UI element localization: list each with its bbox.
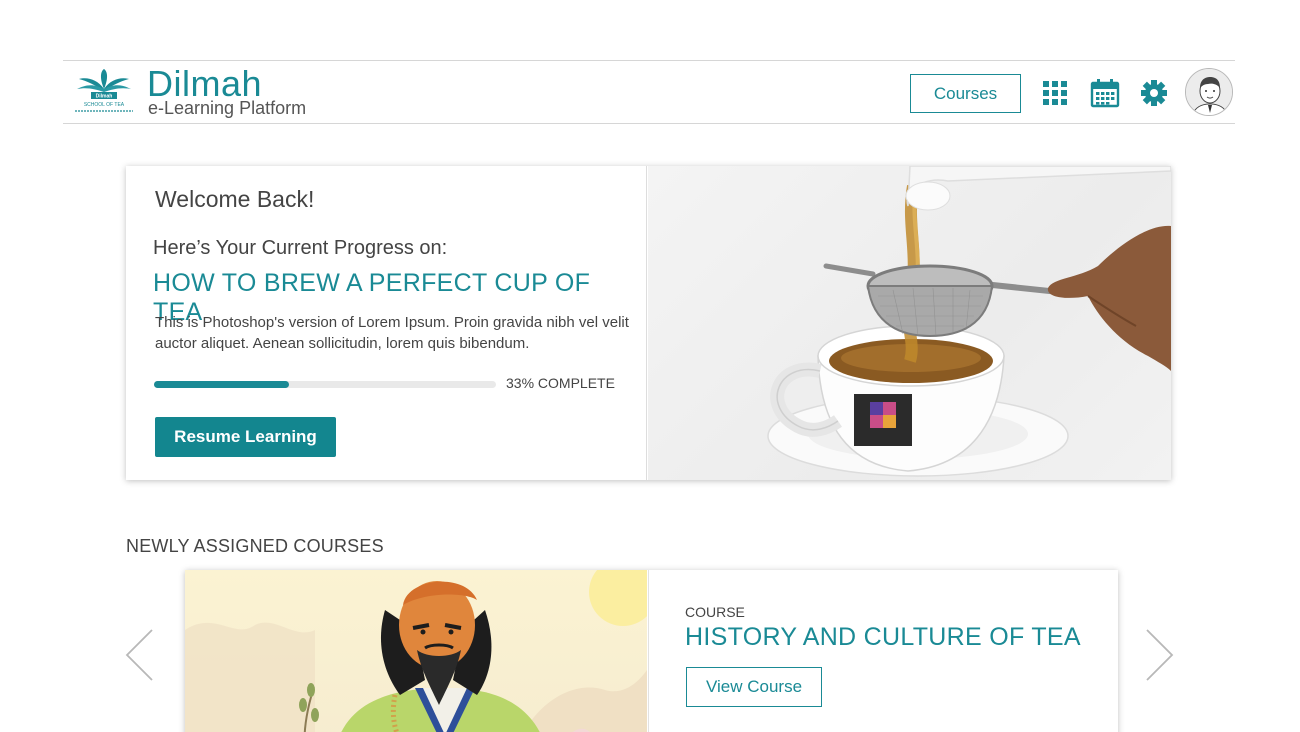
course-thumbnail[interactable]	[185, 570, 647, 732]
assigned-course-title[interactable]: HISTORY AND CULTURE OF TEA	[685, 623, 1081, 652]
progress-intro: Here’s Your Current Progress on:	[153, 237, 448, 259]
chevron-right-icon[interactable]	[1143, 628, 1177, 682]
gear-icon[interactable]	[1139, 78, 1169, 108]
apps-grid-icon[interactable]	[1040, 78, 1070, 108]
avatar[interactable]	[1185, 68, 1233, 116]
tea-pouring-illustration	[767, 166, 1171, 477]
resume-learning-button[interactable]: Resume Learning	[155, 417, 336, 457]
progress-percent-label: 33% COMPLETE	[506, 375, 615, 391]
courses-button[interactable]: Courses	[910, 74, 1021, 113]
progress-panel: Welcome Back! Here’s Your Current Progre…	[126, 166, 647, 480]
calendar-icon[interactable]	[1090, 78, 1120, 108]
assigned-course-card: COURSE HISTORY AND CULTURE OF TEA View C…	[185, 570, 1118, 732]
welcome-heading: Welcome Back!	[155, 186, 315, 212]
progress-bar	[154, 381, 496, 388]
newly-assigned-heading: NEWLY ASSIGNED COURSES	[126, 536, 384, 556]
user-avatar-icon	[1186, 69, 1232, 115]
tea-pouring-image	[648, 166, 1171, 480]
chevron-left-icon[interactable]	[122, 628, 156, 682]
course-info: COURSE HISTORY AND CULTURE OF TEA View C…	[648, 570, 1118, 732]
emperor-illustration	[185, 570, 647, 732]
dilmah-school-of-tea-logo[interactable]: Dilmah SCHOOL OF TEA	[71, 67, 137, 117]
current-progress-card: Welcome Back! Here’s Your Current Progre…	[126, 166, 1171, 480]
svg-text:SCHOOL OF TEA: SCHOOL OF TEA	[84, 102, 125, 108]
current-course-description: This is Photoshop's version of Lorem Ips…	[155, 314, 629, 352]
top-header: Dilmah SCHOOL OF TEA Dilmah e-Learning P…	[63, 60, 1235, 124]
progress-bar-fill	[154, 381, 290, 388]
svg-text:Dilmah: Dilmah	[96, 94, 113, 100]
view-course-button[interactable]: View Course	[686, 667, 822, 707]
course-kicker: COURSE	[685, 604, 745, 620]
brand-subtitle: e-Learning Platform	[148, 98, 307, 118]
